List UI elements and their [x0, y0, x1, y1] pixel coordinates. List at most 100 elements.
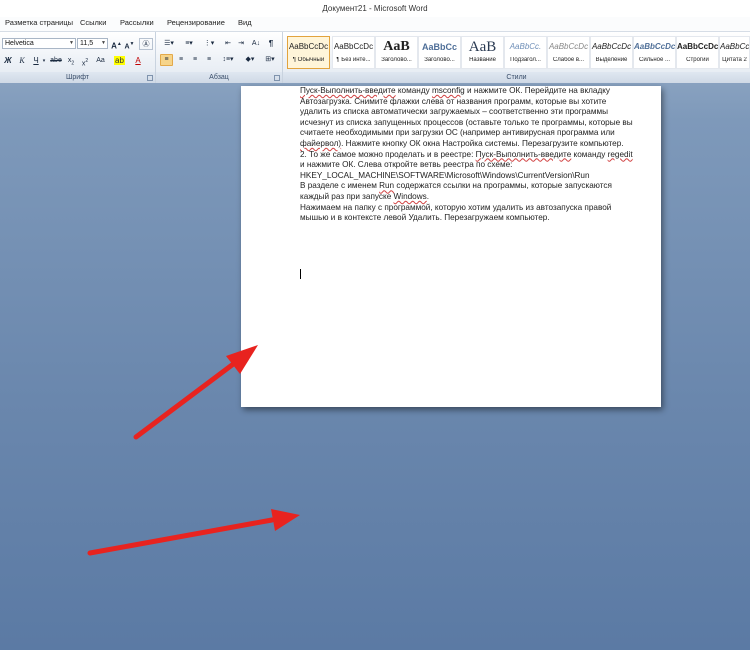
style-title[interactable]: AaB Название: [461, 36, 504, 69]
style-name: Заголово...: [381, 57, 412, 63]
justify-icon[interactable]: ≡: [203, 54, 215, 66]
style-name: Слабое в...: [552, 57, 585, 63]
shrink-font-icon[interactable]: A▼: [124, 38, 135, 50]
style-sample: AaB: [383, 39, 410, 54]
style-no-spacing[interactable]: AaBbCcDc ¶ Без инте...: [332, 36, 375, 69]
style-name: Название: [469, 57, 496, 63]
chevron-down-icon[interactable]: ▾: [41, 55, 47, 67]
style-sample: AaBbCcDc: [591, 42, 632, 51]
style-sample: AaBbCcDc: [548, 42, 589, 51]
tab-mailings[interactable]: Рассылки: [117, 17, 157, 31]
shading-icon[interactable]: ◆▾: [241, 54, 259, 66]
ribbon: Helvetica ▼ 11,5 ▼ A▲ A▼ Ⓐ Ж К Ч ▾ abe x…: [0, 31, 750, 83]
styles-group-label: Стили: [283, 72, 750, 83]
style-subtle-emphasis[interactable]: AaBbCcDc Слабое в...: [547, 36, 590, 69]
arrow-1: [133, 345, 258, 440]
font-color-icon[interactable]: A: [133, 55, 143, 67]
style-name: Строгий: [686, 57, 709, 63]
paragraph-3: HKEY_LOCAL_MACHINE\SOFTWARE\Microsoft\Wi…: [300, 170, 590, 180]
sort-icon[interactable]: A↓: [250, 38, 262, 50]
ribbon-tabs: Разметка страницы Ссылки Рассылки Реценз…: [0, 17, 750, 31]
clear-format-icon[interactable]: Ⓐ: [139, 38, 153, 50]
style-sample: AaBbCcDc: [288, 42, 329, 51]
style-name: Сильное ...: [639, 57, 670, 63]
borders-icon[interactable]: ⊞▾: [261, 54, 279, 66]
style-emphasis[interactable]: AaBbCcDc Выделение: [590, 36, 633, 69]
style-heading-2[interactable]: AaBbCc Заголово...: [418, 36, 461, 69]
bullets-icon[interactable]: ☰▾: [160, 38, 178, 50]
bold-icon[interactable]: Ж: [3, 55, 13, 67]
text-run: файервол): [300, 138, 342, 148]
font-dialog-launcher-icon[interactable]: [147, 75, 153, 81]
align-center-icon[interactable]: ≡: [175, 54, 187, 66]
chevron-down-icon: ▼: [101, 40, 106, 46]
show-formatting-icon[interactable]: ¶: [265, 38, 277, 50]
style-normal[interactable]: AaBbCcDc ¶ Обычный: [287, 36, 330, 69]
style-intense-emphasis[interactable]: AaBbCcDc Сильное ...: [633, 36, 676, 69]
style-name: Заголово...: [424, 57, 455, 63]
paragraph-2: 2. То же самое можно проделать и в реест…: [300, 150, 635, 171]
grow-font-icon[interactable]: A▲: [111, 38, 122, 51]
style-name: ¶ Обычный: [292, 57, 325, 63]
styles-group: AaBbCcDc ¶ Обычный AaBbCcDc ¶ Без инте..…: [283, 32, 750, 83]
tab-references[interactable]: Ссылки: [77, 17, 109, 31]
style-sample: AaBbCc: [421, 42, 457, 52]
document-page[interactable]: Пуск-Выполнить-введите команду msconfig …: [241, 86, 661, 407]
line-spacing-icon[interactable]: ↕≡▾: [219, 54, 237, 66]
font-name-value: Helvetica: [5, 40, 34, 47]
style-sample: AaB: [468, 39, 497, 55]
text-run: В разделе с именем: [300, 181, 380, 191]
strikethrough-icon[interactable]: abe: [50, 55, 62, 67]
highlight-icon[interactable]: ab: [114, 55, 125, 67]
style-name: ¶ Без инте...: [336, 57, 371, 63]
font-size-combo[interactable]: 11,5 ▼: [77, 38, 108, 49]
superscript-icon[interactable]: x2: [80, 55, 90, 67]
text-run: команду: [571, 149, 608, 159]
text-run: msconfig: [431, 86, 465, 95]
style-sample: AaBbCcDc: [634, 42, 675, 51]
increase-indent-icon[interactable]: ⇥: [235, 38, 247, 50]
tab-view[interactable]: Вид: [235, 17, 255, 31]
text-cursor: [300, 269, 301, 279]
style-heading-1[interactable]: AaB Заголово...: [375, 36, 418, 69]
style-name: Цитата 2: [722, 57, 747, 63]
style-sample: AaBbCcDc: [333, 42, 374, 51]
subscript-icon[interactable]: x2: [66, 55, 76, 67]
style-quote-2[interactable]: AaBbCcDc Цитата 2: [719, 36, 750, 69]
window-title: Документ21 - Microsoft Word: [322, 4, 428, 13]
text-run: Run: [379, 181, 395, 191]
underline-icon[interactable]: Ч: [31, 55, 41, 67]
text-run: Пуск-Выполнить-введите: [300, 86, 396, 95]
chevron-down-icon: ▼: [69, 40, 74, 46]
font-size-value: 11,5: [80, 40, 94, 47]
style-sample: AaBbCcDc: [720, 42, 749, 51]
style-name: Выделение: [595, 57, 628, 63]
paragraph-group-label: Абзац: [156, 72, 282, 83]
align-right-icon[interactable]: ≡: [189, 54, 201, 66]
align-left-icon[interactable]: ≡: [160, 54, 173, 66]
text-run: команду: [395, 86, 432, 95]
text-run: Windows: [393, 191, 427, 201]
paragraph-1: Пуск-Выполнить-введите команду msconfig …: [300, 86, 635, 150]
style-strong[interactable]: AaBbCcDc Строгий: [676, 36, 719, 69]
italic-icon[interactable]: К: [17, 55, 27, 67]
style-sample: AaBbCcDc: [677, 42, 718, 51]
tab-page-layout[interactable]: Разметка страницы: [2, 17, 76, 31]
window-title-bar: Документ21 - Microsoft Word: [0, 0, 750, 17]
change-case-icon[interactable]: Aa: [94, 55, 107, 67]
paragraph-dialog-launcher-icon[interactable]: [274, 75, 280, 81]
text-run: и нажмите ОК. Слева откройте ветвь реест…: [300, 160, 513, 170]
numbering-icon[interactable]: ≡▾: [180, 38, 198, 50]
text-run: .: [426, 191, 430, 201]
text-run: regedit: [607, 149, 633, 159]
style-name: Подзагол...: [510, 57, 541, 63]
decrease-indent-icon[interactable]: ⇤: [222, 38, 234, 50]
font-group-label: Шрифт: [0, 72, 155, 83]
font-group: Helvetica ▼ 11,5 ▼ A▲ A▼ Ⓐ Ж К Ч ▾ abe x…: [0, 32, 156, 83]
style-sample: AaBbCc.: [509, 42, 542, 51]
tab-review[interactable]: Рецензирование: [164, 17, 228, 31]
document-body[interactable]: Пуск-Выполнить-введите команду msconfig …: [300, 86, 635, 224]
multilevel-list-icon[interactable]: ⋮▾: [200, 38, 218, 50]
style-subtitle[interactable]: AaBbCc. Подзагол...: [504, 36, 547, 69]
font-name-combo[interactable]: Helvetica ▼: [2, 38, 76, 49]
